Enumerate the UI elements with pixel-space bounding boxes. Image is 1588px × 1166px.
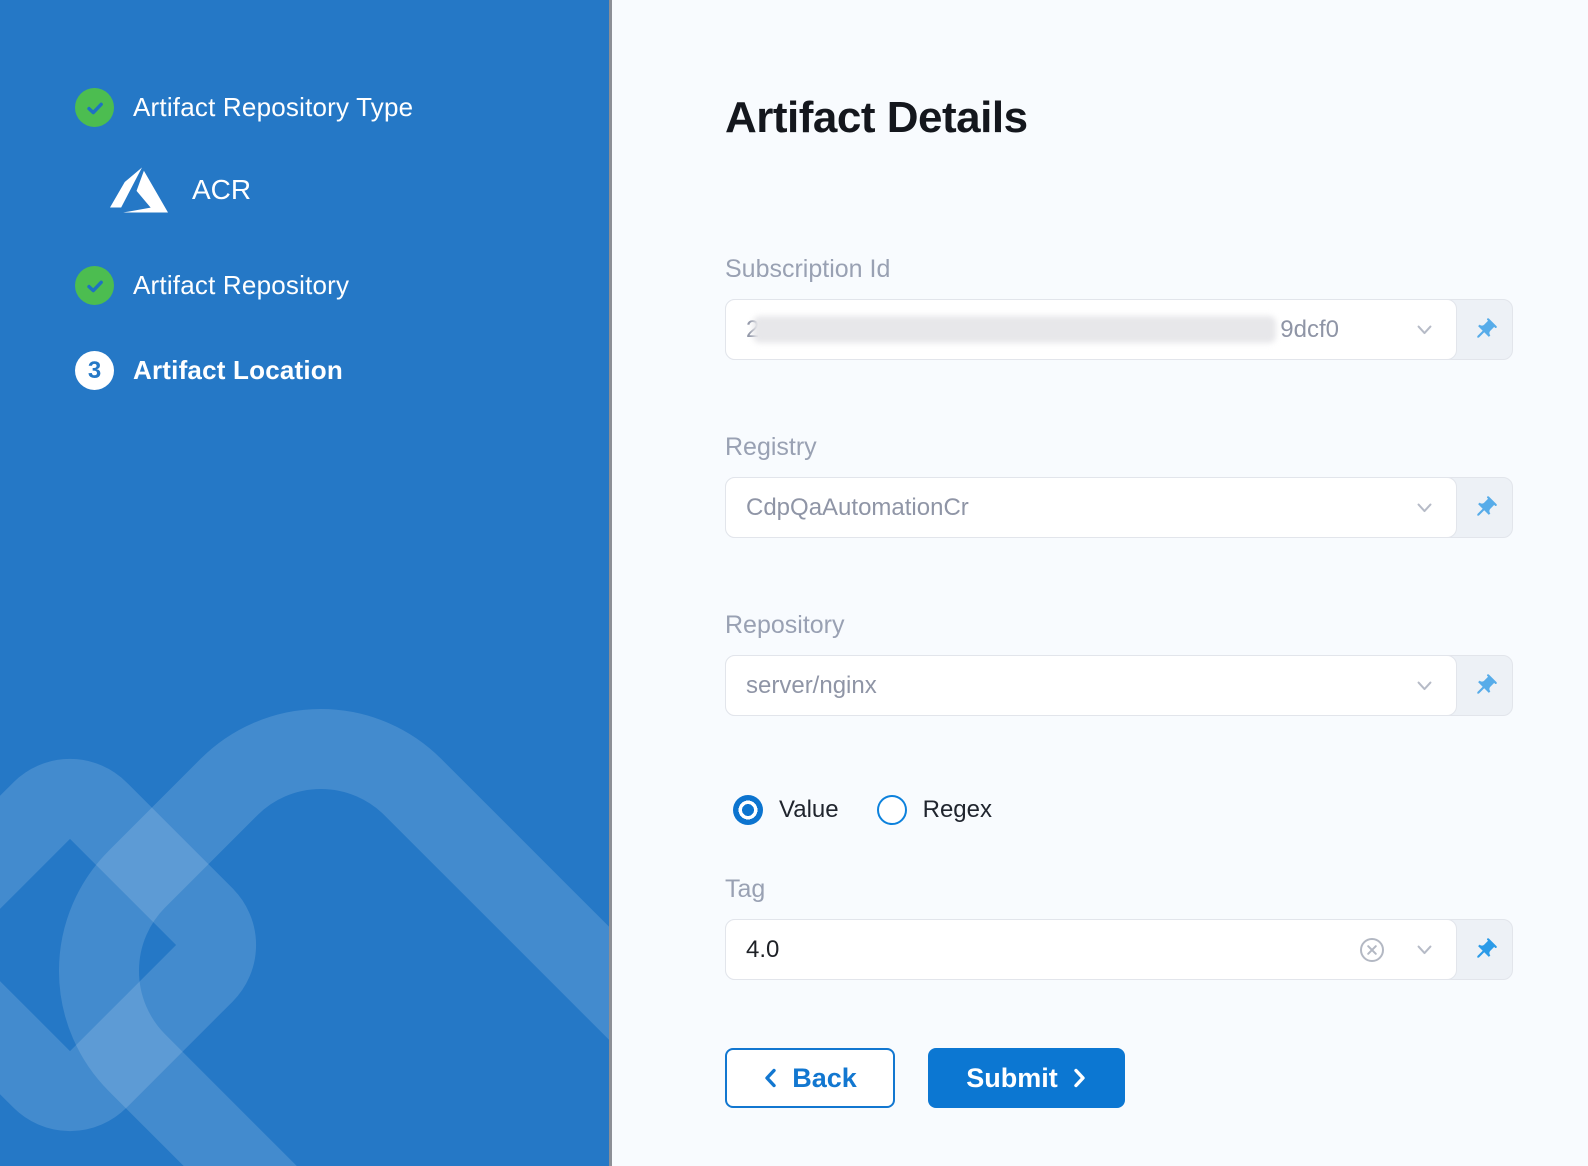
step-complete-check-icon xyxy=(75,88,114,127)
repository-select[interactable]: server/nginx xyxy=(725,655,1457,716)
value-radio[interactable] xyxy=(733,795,763,825)
sidebar-step-artifact-repository[interactable]: Artifact Repository xyxy=(75,266,349,305)
chevron-down-icon xyxy=(1415,320,1434,339)
registry-label: Registry xyxy=(725,433,817,462)
redacted-value-blur xyxy=(753,316,1276,343)
repository-field: server/nginx xyxy=(725,655,1513,716)
tag-field: 4.0 xyxy=(725,919,1513,980)
regex-radio-label[interactable]: Regex xyxy=(923,796,992,824)
repository-value: server/nginx xyxy=(746,672,877,700)
tag-value: 4.0 xyxy=(746,936,779,964)
chevron-left-icon xyxy=(763,1067,778,1089)
step-label: Artifact Repository xyxy=(133,270,349,301)
wizard-footer-buttons: Back Submit xyxy=(725,1048,1125,1108)
chevron-down-icon xyxy=(1415,498,1434,517)
pin-button[interactable] xyxy=(1457,478,1512,537)
pin-button[interactable] xyxy=(1457,300,1512,359)
azure-logo-icon xyxy=(110,166,168,214)
match-type-radio-group: Value Regex xyxy=(733,795,1030,825)
wizard-sidebar: Artifact Repository Type ACR Artifact Re… xyxy=(0,0,609,1166)
regex-radio[interactable] xyxy=(877,795,907,825)
tag-input[interactable]: 4.0 xyxy=(725,919,1457,980)
sidebar-step-artifact-repository-type[interactable]: Artifact Repository Type xyxy=(75,88,413,127)
chevron-down-icon xyxy=(1415,940,1434,959)
step-label: Artifact Location xyxy=(133,355,343,386)
registry-value: CdpQaAutomationCr xyxy=(746,494,969,522)
repository-label: Repository xyxy=(725,611,845,640)
subscription-id-select[interactable]: 2 9dcf0 xyxy=(725,299,1457,360)
subscription-id-field: 2 9dcf0 xyxy=(725,299,1513,360)
submit-button-label: Submit xyxy=(966,1063,1058,1094)
x-circle-clear-icon[interactable] xyxy=(1357,935,1387,965)
chevron-down-icon xyxy=(1415,676,1434,695)
pin-button[interactable] xyxy=(1457,920,1512,979)
step-label: Artifact Repository Type xyxy=(133,92,413,123)
chevron-right-icon xyxy=(1072,1067,1087,1089)
step-complete-check-icon xyxy=(75,266,114,305)
subscription-id-value-suffix: 9dcf0 xyxy=(1280,316,1339,344)
back-button[interactable]: Back xyxy=(725,1048,895,1108)
value-radio-label[interactable]: Value xyxy=(779,796,839,824)
substep-label: ACR xyxy=(192,174,251,206)
tag-label: Tag xyxy=(725,875,765,904)
step-number-badge: 3 xyxy=(75,351,114,390)
registry-select[interactable]: CdpQaAutomationCr xyxy=(725,477,1457,538)
back-button-label: Back xyxy=(792,1063,857,1094)
sidebar-step-artifact-location[interactable]: 3 Artifact Location xyxy=(75,351,343,390)
submit-button[interactable]: Submit xyxy=(928,1048,1125,1108)
page-title: Artifact Details xyxy=(725,93,1028,143)
subscription-id-label: Subscription Id xyxy=(725,255,890,284)
artifact-details-panel: Artifact Details Subscription Id 2 9dcf0… xyxy=(612,0,1588,1166)
registry-field: CdpQaAutomationCr xyxy=(725,477,1513,538)
pin-button[interactable] xyxy=(1457,656,1512,715)
sidebar-substep-acr[interactable]: ACR xyxy=(110,166,251,214)
